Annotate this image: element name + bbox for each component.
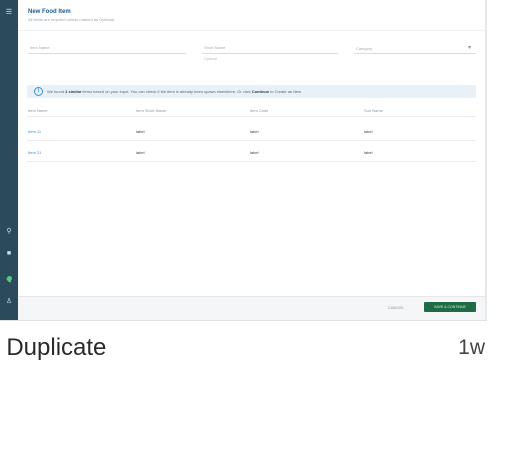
form-subtitle: All fields are required unless marked as… [28,17,115,22]
grid-icon[interactable]: ■ [0,250,18,258]
column-header-short-name: Item Short Name [136,108,167,113]
table-row-divider [27,140,476,141]
screenshot-thumbnail[interactable]: ☰ ⚲ ■ ✎ ♙ New Food Item All fields are r… [0,0,487,321]
column-header-sub-name: Sub Name [364,108,383,113]
notification-dot [7,276,12,281]
form-title: New Food Item [28,9,71,15]
table-row-short-name: label [136,150,145,155]
save-continue-button[interactable]: SAVE & CONTINUE [424,302,476,312]
chevron-down-icon[interactable]: ▾ [468,45,471,51]
table-row-short-name: label [136,129,145,134]
short-name-label: Short Name [204,45,226,50]
table-row-sub-name: label [364,129,373,134]
banner-message: We found 2 similar items based on your i… [47,89,302,94]
short-name-hint: Optional [204,57,218,61]
menu-icon[interactable]: ☰ [0,9,18,17]
table-row-item-name[interactable]: Item 21 [28,150,41,155]
info-icon: i [34,87,43,96]
search-icon[interactable]: ⚲ [0,228,18,236]
form-footer [18,296,485,320]
card-caption[interactable]: f Duplicate [0,334,106,362]
table-row-divider [27,161,476,162]
table-row-sub-name: label [364,150,373,155]
item-name-label: Item Name [30,45,50,50]
category-select-placeholder: Category [356,46,373,51]
app-sidebar: ☰ ⚲ ■ ✎ ♙ [0,0,18,320]
thumbnail-edge [485,0,487,320]
cancel-button[interactable]: CANCEL [388,305,404,310]
header-divider [18,30,485,31]
card-timestamp: 1w [458,336,485,359]
user-icon[interactable]: ♙ [0,298,18,306]
item-name-input[interactable] [28,53,186,54]
short-name-input[interactable] [202,53,338,54]
continue-link[interactable]: Continue [252,89,269,94]
table-row-item-name[interactable]: Item 11 [28,129,41,134]
column-header-item-name: Item Name [28,108,48,113]
table-header-divider [27,116,476,117]
table-row-item-code: label [250,150,259,155]
column-header-item-code: Item Code [250,108,269,113]
table-row-item-code: label [250,129,259,134]
category-select[interactable] [354,53,476,54]
